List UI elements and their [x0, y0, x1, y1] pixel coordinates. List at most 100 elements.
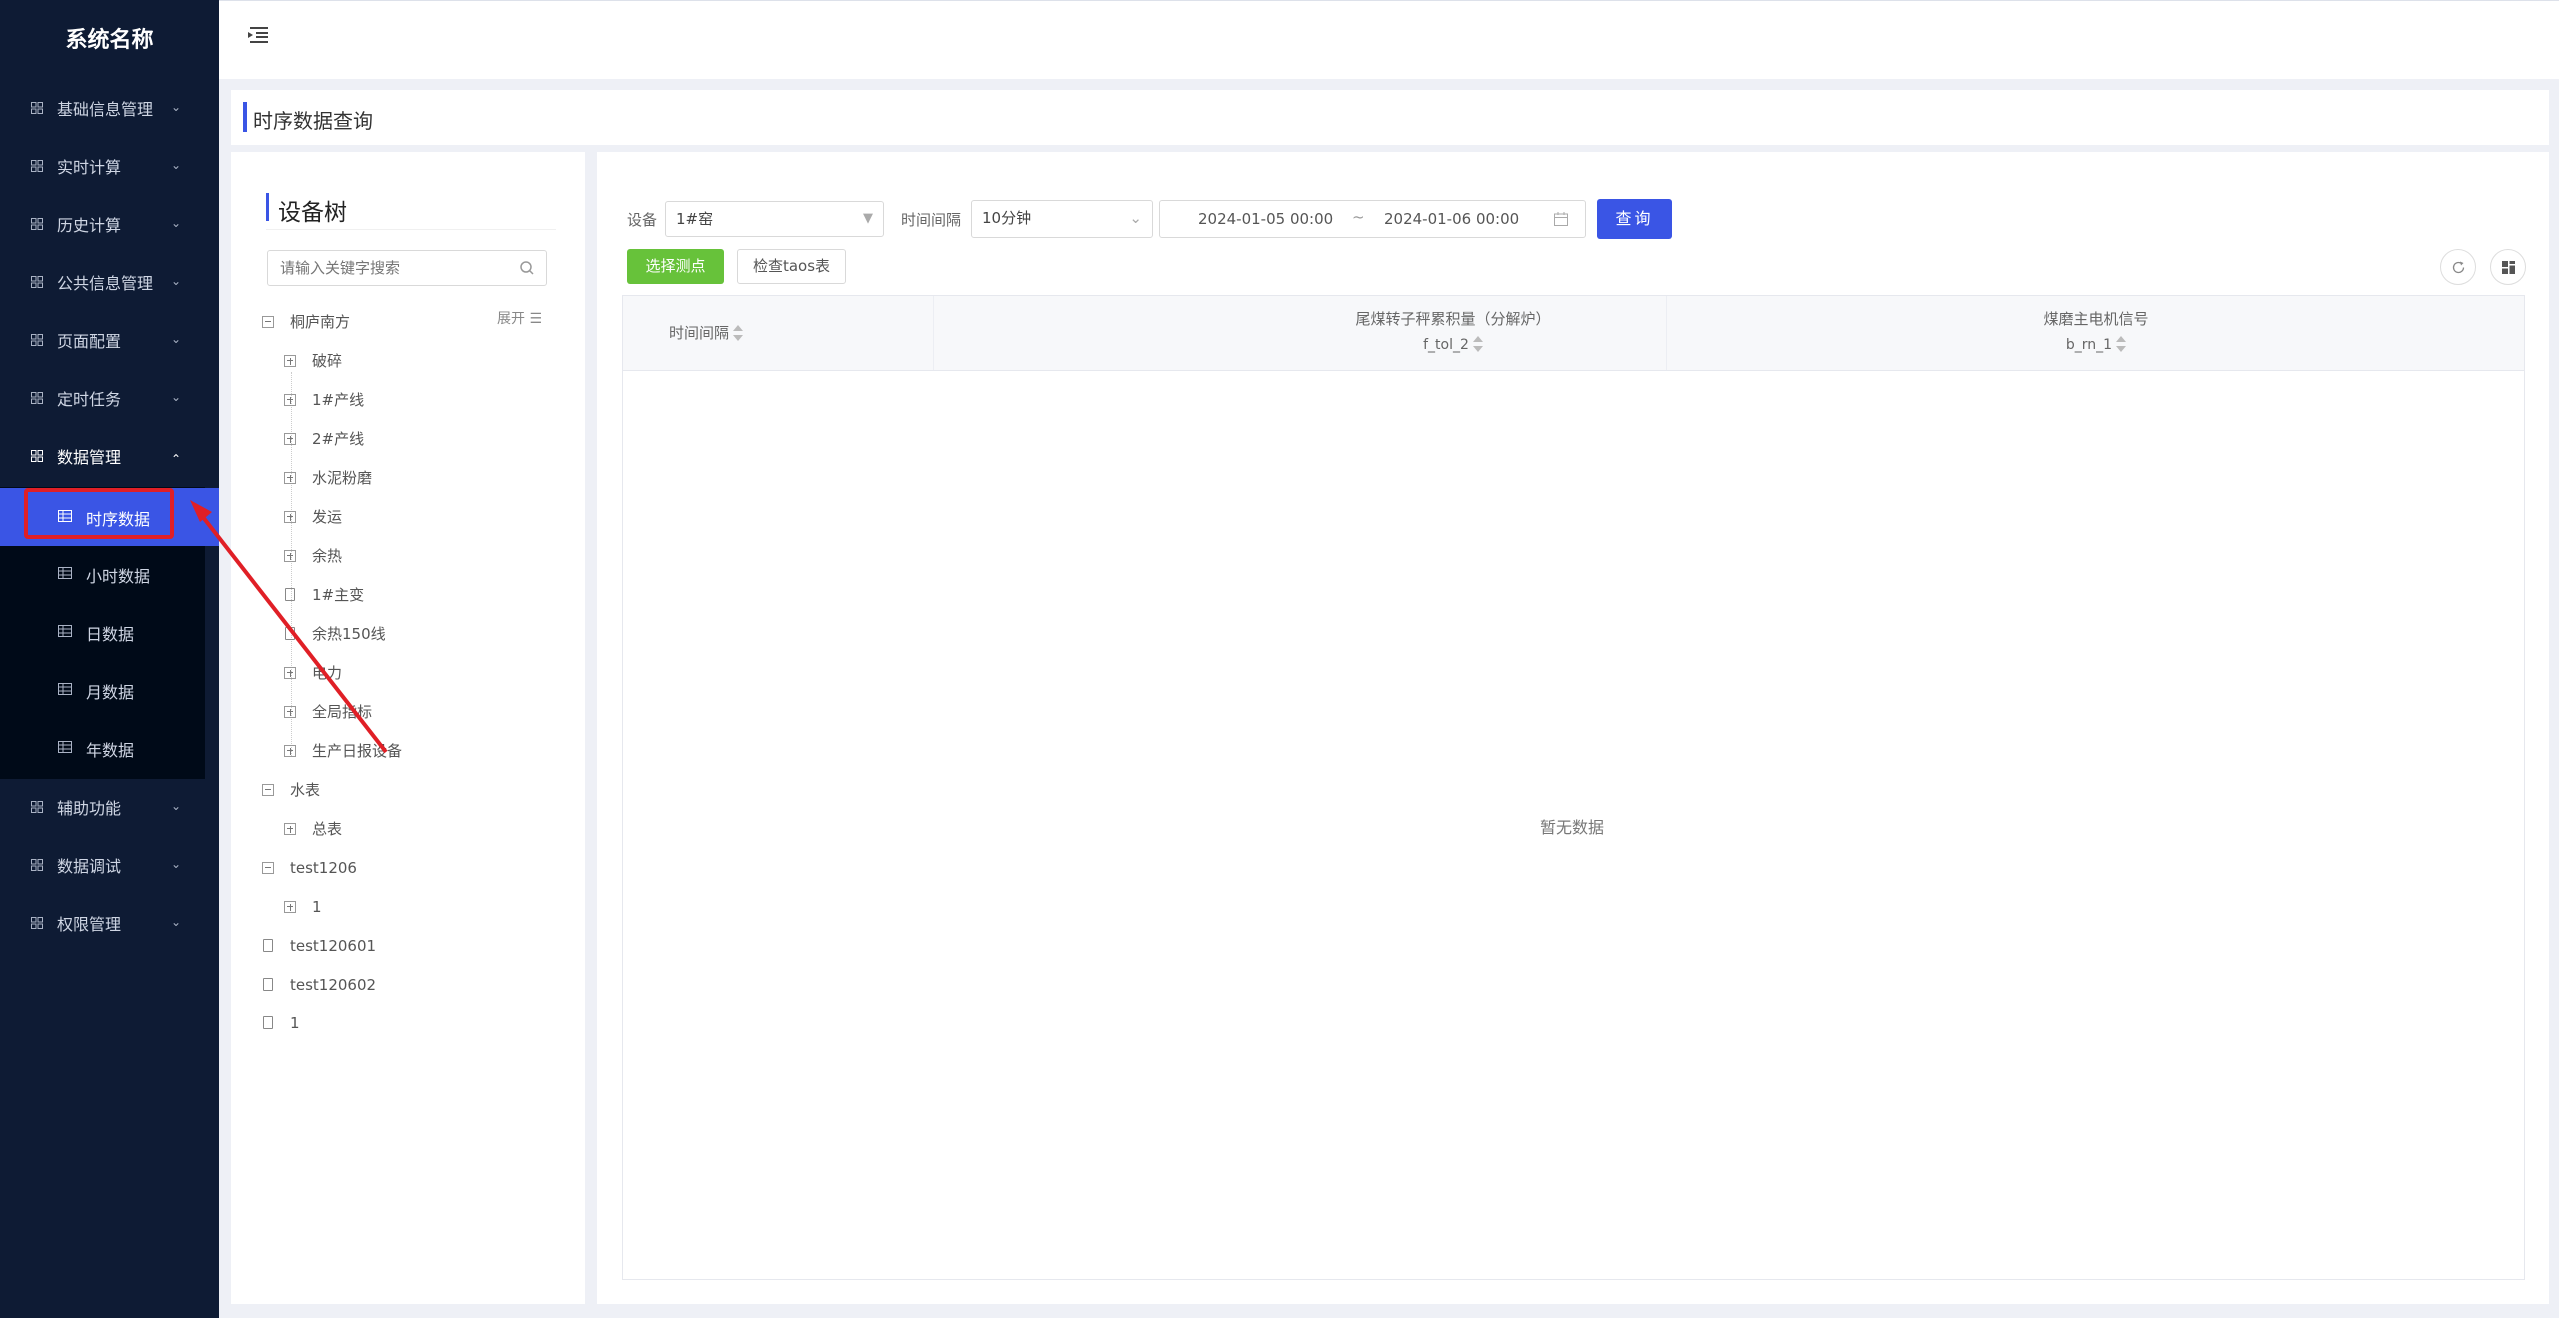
- tree-title: 设备树: [278, 200, 347, 226]
- interval-select[interactable]: 10分钟 ⌄: [971, 200, 1153, 238]
- submenu-monthly-data[interactable]: 月数据: [0, 661, 205, 719]
- column-header-b-rn-1[interactable]: 煤磨主电机信号 b_rn_1: [1666, 308, 2526, 355]
- grid-icon: [31, 276, 43, 288]
- date-range-picker[interactable]: 2024-01-05 00:00 ~ 2024-01-06 00:00: [1159, 200, 1586, 238]
- sort-icon[interactable]: [2116, 335, 2127, 355]
- collapse-icon[interactable]: [262, 862, 274, 874]
- device-select[interactable]: 1#窑 ▼: [665, 201, 884, 237]
- tree-node-label: 总表: [312, 820, 343, 838]
- table-icon: [58, 625, 72, 637]
- query-button[interactable]: 查询: [1597, 199, 1672, 239]
- sort-icon[interactable]: [1472, 335, 1483, 355]
- expand-icon[interactable]: [284, 823, 296, 835]
- range-separator: ~: [1352, 208, 1365, 226]
- menu-fold-icon[interactable]: [247, 26, 269, 44]
- file-icon: [285, 588, 295, 601]
- grid-icon: [31, 450, 43, 462]
- menu-data-debug[interactable]: 数据调试 ⌄: [0, 837, 219, 893]
- page-title: 时序数据查询: [253, 109, 373, 133]
- table-header: 时间间隔 尾煤转子秤累积量（分解炉） f_tol_2 煤磨主电机信号 b_rn_…: [623, 296, 2524, 371]
- device-select-value: 1#窑: [676, 210, 714, 228]
- grid-icon: [31, 218, 43, 230]
- menu-permissions[interactable]: 权限管理 ⌄: [0, 895, 219, 951]
- chevron-down-icon: ⌄: [171, 799, 182, 813]
- refresh-icon: [2452, 261, 2465, 274]
- submenu-label: 日数据: [86, 625, 135, 644]
- menu-page-config[interactable]: 页面配置 ⌄: [0, 312, 219, 368]
- submenu-label: 年数据: [86, 741, 135, 760]
- menu-scheduled-tasks[interactable]: 定时任务 ⌄: [0, 370, 219, 426]
- tree-node-label: 余热150线: [312, 625, 386, 643]
- table-icon: [58, 683, 72, 695]
- expand-icon[interactable]: [284, 667, 296, 679]
- file-icon: [285, 627, 295, 640]
- chevron-down-icon: ⌄: [171, 100, 182, 114]
- collapse-icon[interactable]: [262, 784, 274, 796]
- file-icon: [263, 978, 273, 991]
- page-title-bar: 时序数据查询: [231, 90, 2549, 145]
- tree-node-label: 水表: [290, 781, 321, 799]
- menu-data-management[interactable]: 数据管理 ⌃: [0, 428, 219, 484]
- app-title: 系统名称: [65, 28, 154, 53]
- menu-public-info[interactable]: 公共信息管理 ⌄: [0, 254, 219, 310]
- end-date[interactable]: 2024-01-06 00:00: [1384, 210, 1519, 228]
- menu-realtime-calc[interactable]: 实时计算 ⌄: [0, 138, 219, 194]
- expand-icon[interactable]: [284, 745, 296, 757]
- title-accent: [243, 102, 247, 132]
- column-code: f_tol_2: [1423, 337, 1469, 353]
- submenu-daily-data[interactable]: 日数据: [0, 603, 205, 661]
- chevron-down-icon: ⌄: [171, 915, 182, 929]
- expand-icon[interactable]: [284, 433, 296, 445]
- expand-icon[interactable]: [284, 901, 296, 913]
- tree-search-input[interactable]: [267, 250, 547, 286]
- chevron-down-icon: ⌄: [171, 332, 182, 346]
- menu-aux-functions[interactable]: 辅助功能 ⌄: [0, 779, 219, 835]
- chevron-down-icon: ⌄: [171, 274, 182, 288]
- select-points-button[interactable]: 选择测点: [627, 249, 724, 284]
- menu-label: 页面配置: [57, 332, 122, 351]
- menu-label: 定时任务: [57, 390, 122, 409]
- columns-icon: [2502, 261, 2515, 274]
- check-taos-button[interactable]: 检查taos表: [737, 249, 846, 284]
- grid-icon: [31, 859, 43, 871]
- expand-icon[interactable]: [284, 394, 296, 406]
- tree-node-label: 1#产线: [312, 391, 365, 409]
- menu-basic-info[interactable]: 基础信息管理 ⌄: [0, 80, 219, 136]
- chevron-down-icon: ⌄: [171, 158, 182, 172]
- menu-label: 历史计算: [57, 216, 122, 235]
- column-settings-button[interactable]: [2490, 249, 2526, 285]
- highlight-box: [24, 488, 174, 539]
- menu-label: 公共信息管理: [57, 274, 154, 293]
- start-date[interactable]: 2024-01-05 00:00: [1198, 210, 1333, 228]
- expand-label: 展开: [497, 311, 525, 327]
- grid-icon: [31, 102, 43, 114]
- grid-icon: [31, 334, 43, 346]
- sort-icon[interactable]: [733, 324, 744, 344]
- submenu-hourly-data[interactable]: 小时数据: [0, 545, 205, 603]
- search-icon[interactable]: [519, 260, 535, 276]
- chevron-down-icon: ⌄: [171, 390, 182, 404]
- table-icon: [58, 567, 72, 579]
- expand-icon[interactable]: [284, 355, 296, 367]
- submenu-yearly-data[interactable]: 年数据: [0, 719, 205, 777]
- submenu-label: 小时数据: [86, 567, 151, 586]
- expand-icon[interactable]: [284, 511, 296, 523]
- interval-select-value: 10分钟: [982, 209, 1032, 227]
- expand-icon[interactable]: [284, 706, 296, 718]
- tree-node-label: test120601: [290, 937, 377, 955]
- table-icon: [58, 741, 72, 753]
- column-header-interval[interactable]: 时间间隔: [669, 322, 744, 344]
- tree-node-label: 水泥粉磨: [312, 469, 373, 487]
- refresh-button[interactable]: [2440, 249, 2476, 285]
- expand-icon[interactable]: [284, 472, 296, 484]
- menu-history-calc[interactable]: 历史计算 ⌄: [0, 196, 219, 252]
- collapse-icon[interactable]: [262, 316, 274, 328]
- expand-all-button[interactable]: 展开 ☰: [497, 308, 542, 328]
- tree-node-label: 1: [290, 1014, 300, 1032]
- tree-node-label: 发运: [312, 508, 343, 526]
- file-icon: [263, 939, 273, 952]
- expand-icon[interactable]: [284, 550, 296, 562]
- tree-node-label: test120602: [290, 976, 377, 994]
- calendar-icon: [1554, 212, 1568, 226]
- tree-node-label: 电力: [312, 664, 343, 682]
